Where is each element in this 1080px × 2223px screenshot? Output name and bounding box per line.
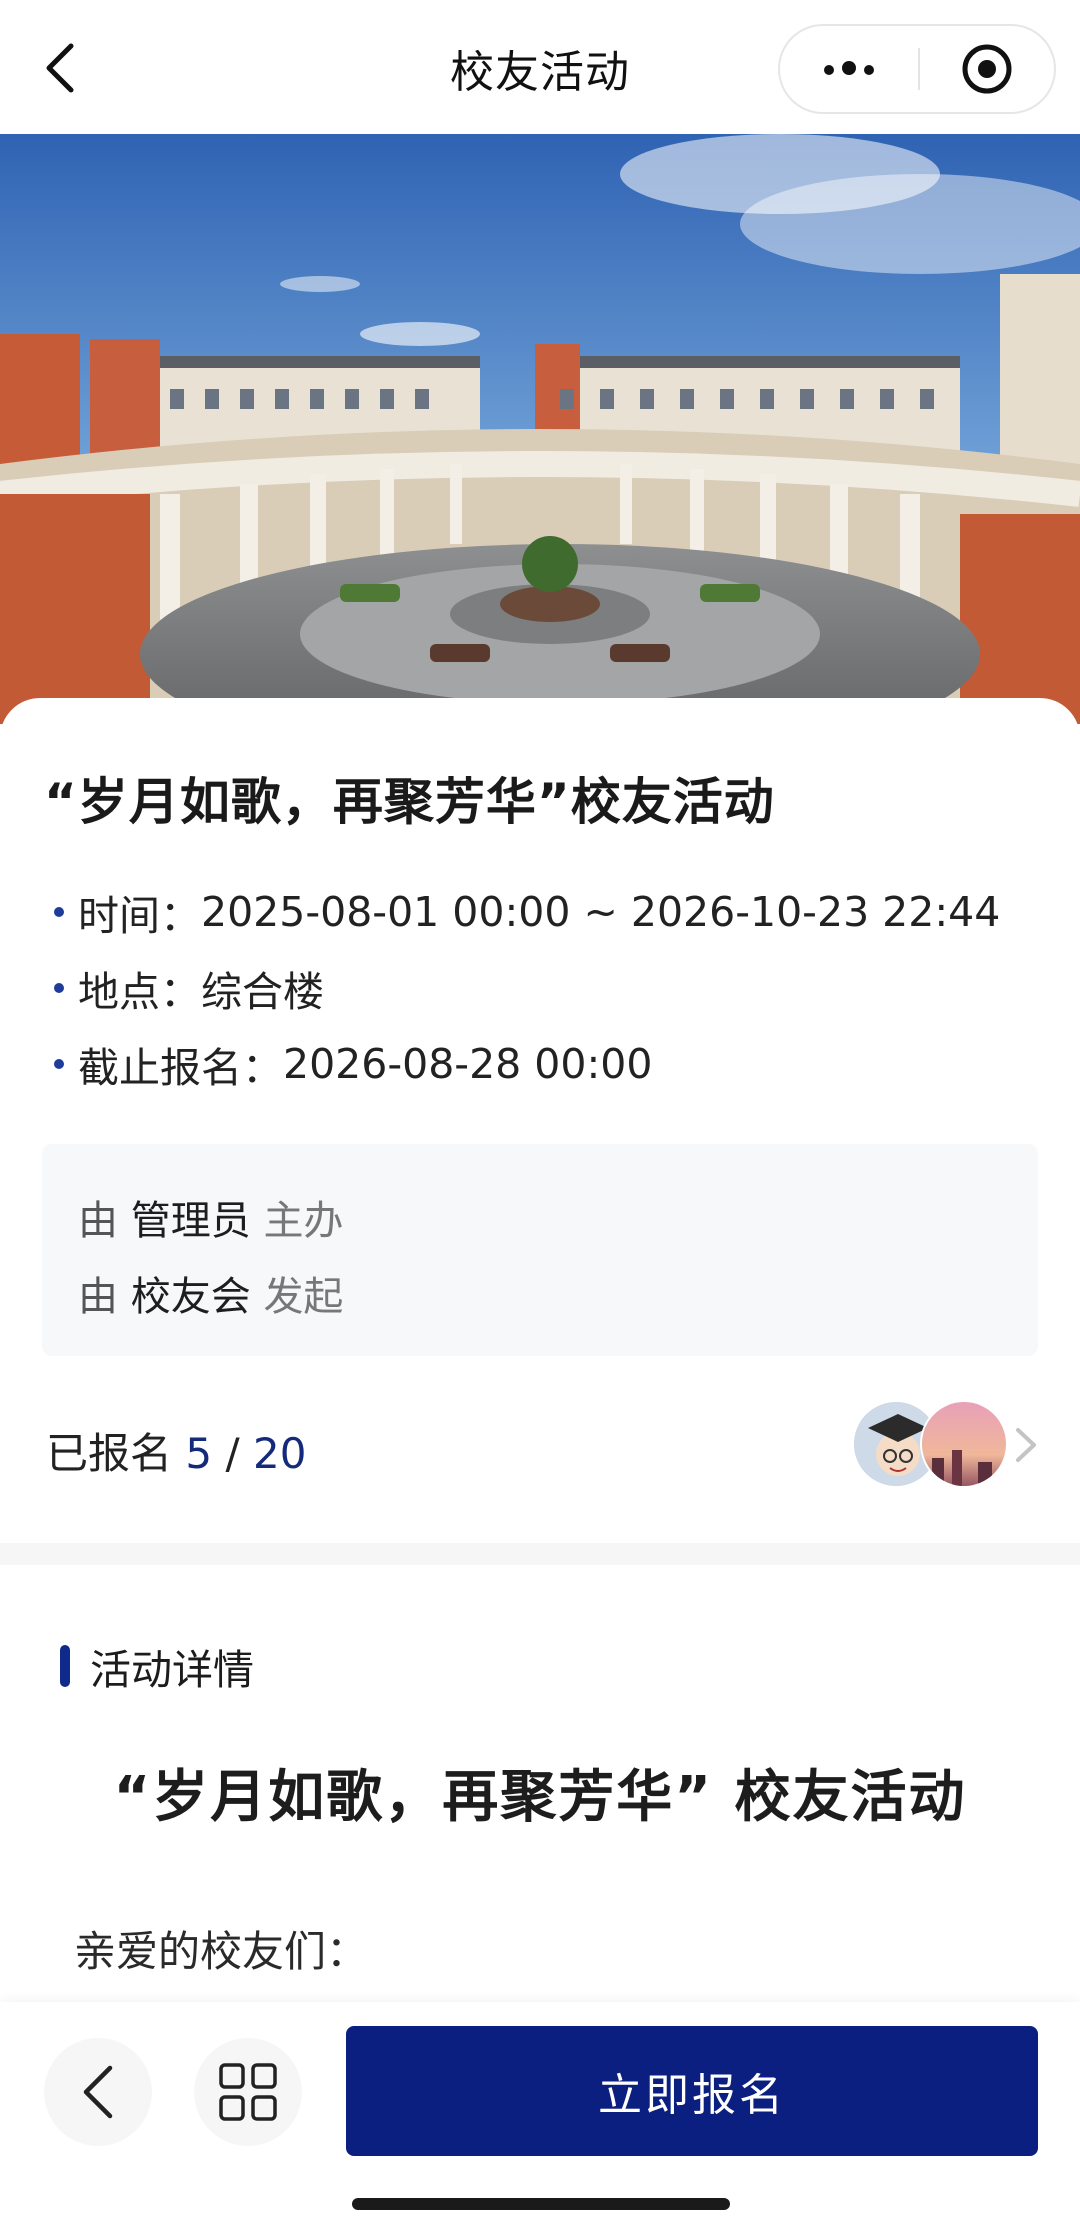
bottom-action-bar: 立即报名 xyxy=(0,2002,1080,2223)
signup-label: 已报名 xyxy=(46,1429,173,1478)
place-label: 地点： xyxy=(78,968,201,1016)
avatar xyxy=(920,1400,1008,1488)
deadline-value: 2026-08-28 00:00 xyxy=(283,1040,653,1088)
bullet-dot xyxy=(54,1059,64,1069)
section-divider xyxy=(0,1543,1080,1565)
event-place-row: 地点： 综合楼 xyxy=(54,958,324,1018)
nav-bar: 校友活动 xyxy=(0,0,1080,134)
bottom-grid-button[interactable] xyxy=(194,2038,302,2146)
time-label: 时间： xyxy=(78,892,201,940)
initiator-prefix: 由 xyxy=(78,1274,118,1320)
bullet-dot xyxy=(54,983,64,993)
deadline-label: 截止报名： xyxy=(78,1044,283,1092)
event-info-card: “岁月如歌，再聚芳华”校友活动 时间： 2025-08-01 00:00 ~ 2… xyxy=(0,698,1080,1543)
initiator-name: 校友会 xyxy=(130,1274,251,1320)
place-value: 综合楼 xyxy=(201,968,324,1016)
initiator-role: 发起 xyxy=(263,1274,344,1320)
organizer-box: 由 管理员 主办 由 校友会 发起 xyxy=(42,1144,1038,1356)
host-prefix: 由 xyxy=(78,1198,118,1244)
signup-separator: / xyxy=(225,1429,240,1478)
chevron-left-icon xyxy=(83,2065,113,2119)
signup-total: 20 xyxy=(252,1429,307,1478)
home-indicator xyxy=(352,2198,730,2210)
time-value: 2025-08-01 00:00 ~ 2026-10-23 22:44 xyxy=(201,888,1001,936)
details-greeting: 亲爱的校友们： xyxy=(74,1927,369,1976)
host-name: 管理员 xyxy=(130,1198,251,1244)
signup-count: 5 xyxy=(185,1429,213,1478)
event-deadline-row: 截止报名： 2026-08-28 00:00 xyxy=(54,1034,652,1094)
hero-image xyxy=(0,134,1080,724)
bottom-back-button[interactable] xyxy=(44,2038,152,2146)
details-title: “岁月如歌，再聚芳华” 校友活动 xyxy=(113,1765,967,1830)
host-line: 由 管理员 主办 xyxy=(78,1188,343,1246)
host-role: 主办 xyxy=(263,1198,344,1244)
details-section-header: 活动详情 xyxy=(60,1636,254,1696)
chevron-left-icon xyxy=(46,43,74,93)
initiator-line: 由 校友会 发起 xyxy=(78,1264,343,1322)
more-button[interactable] xyxy=(780,26,918,112)
signup-button[interactable]: 立即报名 xyxy=(346,2026,1038,2156)
nav-back-button[interactable] xyxy=(26,30,96,106)
details-section-label: 活动详情 xyxy=(90,1646,254,1694)
section-accent-bar xyxy=(60,1645,70,1687)
event-time-row: 时间： 2025-08-01 00:00 ~ 2026-10-23 22:44 xyxy=(54,882,1000,942)
mini-program-capsule xyxy=(778,24,1056,114)
signup-count-row[interactable]: 已报名 5 / 20 xyxy=(46,1420,306,1481)
event-title: “岁月如歌，再聚芳华”校友活动 xyxy=(44,773,775,831)
bullet-dot xyxy=(54,907,64,917)
campus-building-image xyxy=(0,134,1080,724)
close-button[interactable] xyxy=(920,26,1054,112)
grid-icon xyxy=(219,2063,277,2121)
page: 校友活动 “岁月如歌，再聚芳华”校友活动 时间： 2025-08-01 00:0… xyxy=(0,0,1080,2223)
more-dots-icon xyxy=(820,60,878,79)
target-close-icon xyxy=(962,44,1012,94)
chevron-right-icon[interactable] xyxy=(1006,1422,1046,1468)
